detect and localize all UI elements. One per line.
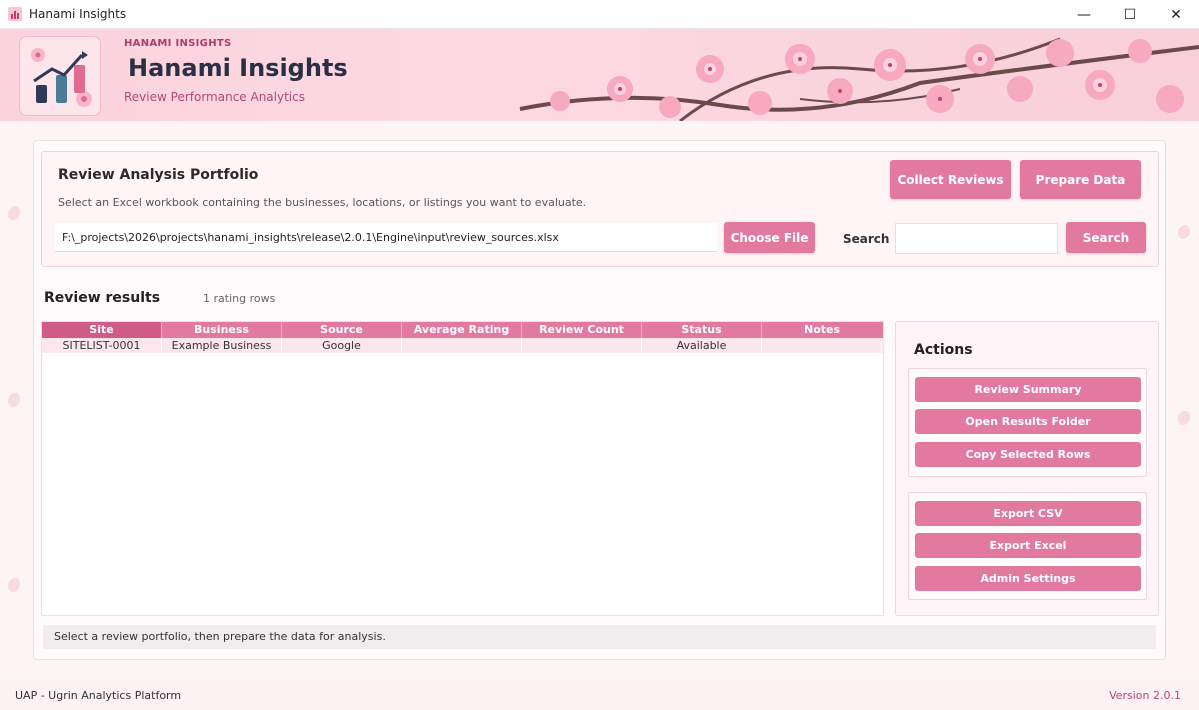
cherry-blossom-decoration (519, 37, 1199, 121)
file-path-input[interactable] (55, 223, 717, 252)
actions-group-export: Export CSV Export Excel Admin Settings (908, 492, 1147, 600)
collect-reviews-button[interactable]: Collect Reviews (890, 160, 1011, 199)
table-cell: Example Business (162, 338, 282, 353)
column-header-average-rating[interactable]: Average Rating (402, 322, 522, 338)
window-controls: — ☐ ✕ (1061, 0, 1199, 29)
column-header-status[interactable]: Status (642, 322, 762, 338)
petal-decoration (8, 393, 20, 407)
logo (19, 36, 101, 116)
table-cell: Available (642, 338, 762, 353)
footer-version: Version 2.0.1 (1109, 689, 1181, 702)
export-csv-button[interactable]: Export CSV (915, 501, 1141, 526)
search-input[interactable] (895, 223, 1058, 254)
copy-selected-rows-button[interactable]: Copy Selected Rows (915, 442, 1141, 467)
column-header-site[interactable]: Site (42, 322, 162, 338)
chart-logo-icon (31, 48, 92, 107)
column-header-business[interactable]: Business (162, 322, 282, 338)
admin-settings-button[interactable]: Admin Settings (915, 566, 1141, 591)
window-title: Hanami Insights (29, 7, 127, 21)
column-header-review-count[interactable]: Review Count (522, 322, 642, 338)
footer: UAP - Ugrin Analytics Platform Version 2… (0, 681, 1199, 710)
portfolio-title: Review Analysis Portfolio (58, 167, 259, 183)
open-results-folder-button[interactable]: Open Results Folder (915, 409, 1141, 434)
portfolio-description: Select an Excel workbook containing the … (58, 196, 587, 209)
search-label: Search (843, 232, 890, 246)
actions-title: Actions (914, 342, 973, 358)
table-cell (762, 338, 882, 353)
brand-kicker: HANAMI INSIGHTS (124, 38, 232, 49)
table-cell: SITELIST-0001 (42, 338, 162, 353)
review-summary-button[interactable]: Review Summary (915, 377, 1141, 402)
portfolio-panel: Review Analysis Portfolio Select an Exce… (41, 151, 1159, 267)
column-header-notes[interactable]: Notes (762, 322, 882, 338)
actions-panel: Actions Review Summary Open Results Fold… (895, 321, 1159, 616)
status-message: Select a review portfolio, then prepare … (43, 625, 1156, 649)
table-row[interactable]: SITELIST-0001 Example Business Google Av… (42, 338, 883, 353)
petal-decoration (8, 206, 20, 220)
window-titlebar: Hanami Insights — ☐ ✕ (0, 0, 1199, 29)
prepare-data-button[interactable]: Prepare Data (1020, 160, 1141, 199)
results-title: Review results (44, 290, 161, 306)
results-count: 1 rating rows (203, 292, 276, 305)
app-subtitle: Review Performance Analytics (124, 90, 305, 104)
petal-decoration (1178, 411, 1190, 425)
export-excel-button[interactable]: Export Excel (915, 533, 1141, 558)
petal-decoration (8, 578, 20, 592)
column-header-source[interactable]: Source (282, 322, 402, 338)
results-table[interactable]: Site Business Source Average Rating Revi… (41, 321, 884, 616)
table-cell (522, 338, 642, 353)
header-banner: HANAMI INSIGHTS Hanami Insights Review P… (0, 29, 1199, 121)
close-icon[interactable]: ✕ (1153, 0, 1199, 29)
minimize-icon[interactable]: — (1061, 0, 1107, 29)
petal-decoration (1178, 225, 1190, 239)
footer-platform-name: UAP - Ugrin Analytics Platform (15, 689, 182, 702)
main-panel: Review Analysis Portfolio Select an Exce… (33, 140, 1166, 660)
search-button[interactable]: Search (1066, 222, 1146, 253)
maximize-icon[interactable]: ☐ (1107, 0, 1153, 29)
choose-file-button[interactable]: Choose File (724, 222, 815, 253)
table-header: Site Business Source Average Rating Revi… (42, 322, 883, 338)
app-title: Hanami Insights (128, 54, 348, 82)
table-cell: Google (282, 338, 402, 353)
table-cell (402, 338, 522, 353)
app-icon (8, 7, 22, 21)
actions-group-primary: Review Summary Open Results Folder Copy … (908, 368, 1147, 477)
